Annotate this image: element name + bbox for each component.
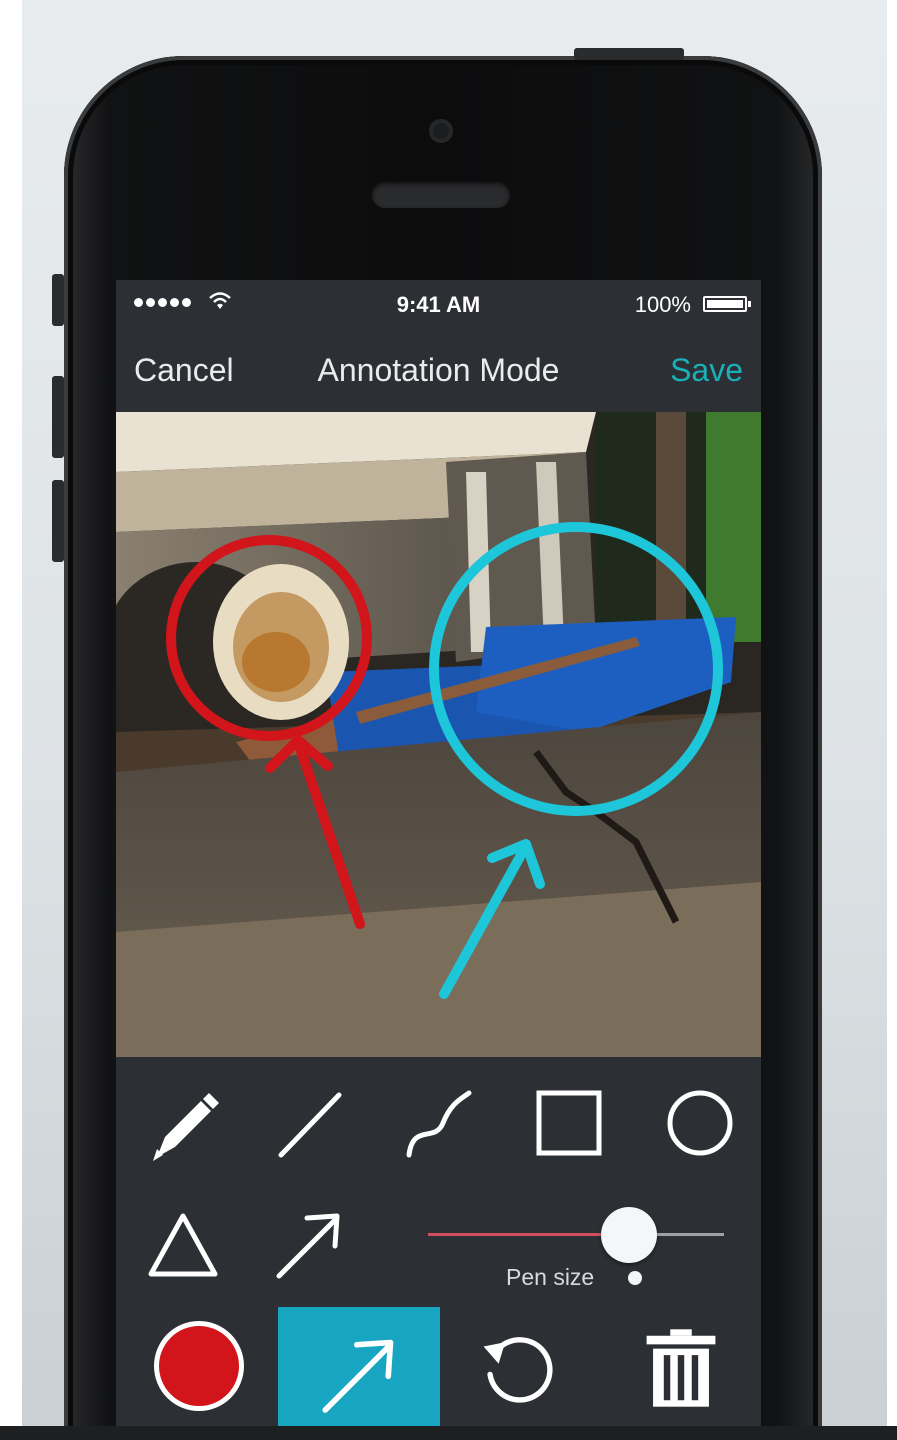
volume-up-button (52, 376, 64, 458)
earpiece-speaker (372, 182, 510, 208)
rectangle-tool[interactable] (524, 1078, 614, 1168)
battery-icon (703, 296, 751, 312)
color-picker-button[interactable] (154, 1321, 244, 1411)
app-screen: 9:41 AM 100% Cancel Annotation Mode Save (116, 280, 761, 1440)
arrow-icon (322, 1339, 394, 1413)
triangle-icon (148, 1213, 218, 1277)
trash-icon (646, 1329, 716, 1407)
volume-down-button (52, 480, 64, 562)
pen-size-preview (628, 1271, 642, 1285)
undo-icon (483, 1337, 553, 1403)
slider-thumb[interactable] (601, 1207, 658, 1263)
pen-size-label: Pen size (506, 1264, 595, 1290)
slider-fill (428, 1233, 630, 1236)
pen-size-slider[interactable]: Pen size (420, 1199, 730, 1290)
page-title: Annotation Mode (317, 352, 560, 388)
active-tool-button[interactable] (278, 1307, 440, 1440)
slider-track[interactable] (428, 1207, 724, 1263)
backdrop-left (0, 0, 22, 1440)
save-button[interactable]: Save (670, 352, 743, 389)
status-bar: 9:41 AM 100% (116, 280, 761, 326)
battery-percent: 100% (634, 292, 691, 317)
arrow-icon (276, 1213, 340, 1279)
undo-button[interactable] (473, 1323, 563, 1413)
power-button (574, 48, 684, 60)
arrow-tool[interactable] (264, 1199, 354, 1289)
front-camera (429, 119, 453, 143)
triangle-tool[interactable] (138, 1199, 228, 1289)
floor-shadow (0, 1426, 897, 1440)
navigation-bar: Cancel Annotation Mode Save (116, 326, 761, 412)
pencil-tool[interactable] (138, 1078, 228, 1168)
annotation-canvas[interactable] (116, 412, 761, 1057)
bottom-toolbar (116, 1307, 761, 1440)
tool-panel: Pen size (116, 1057, 761, 1440)
photo-background (116, 412, 761, 1057)
curve-icon (406, 1090, 472, 1158)
circle-icon (667, 1090, 733, 1156)
rectangle-icon (536, 1090, 602, 1156)
line-icon (278, 1092, 342, 1158)
backdrop-right (887, 0, 897, 1440)
line-tool[interactable] (264, 1078, 354, 1168)
delete-button[interactable] (636, 1323, 726, 1413)
pencil-icon (153, 1093, 219, 1161)
circle-tool[interactable] (655, 1078, 745, 1168)
mute-switch (52, 274, 64, 326)
curve-tool[interactable] (394, 1078, 484, 1168)
